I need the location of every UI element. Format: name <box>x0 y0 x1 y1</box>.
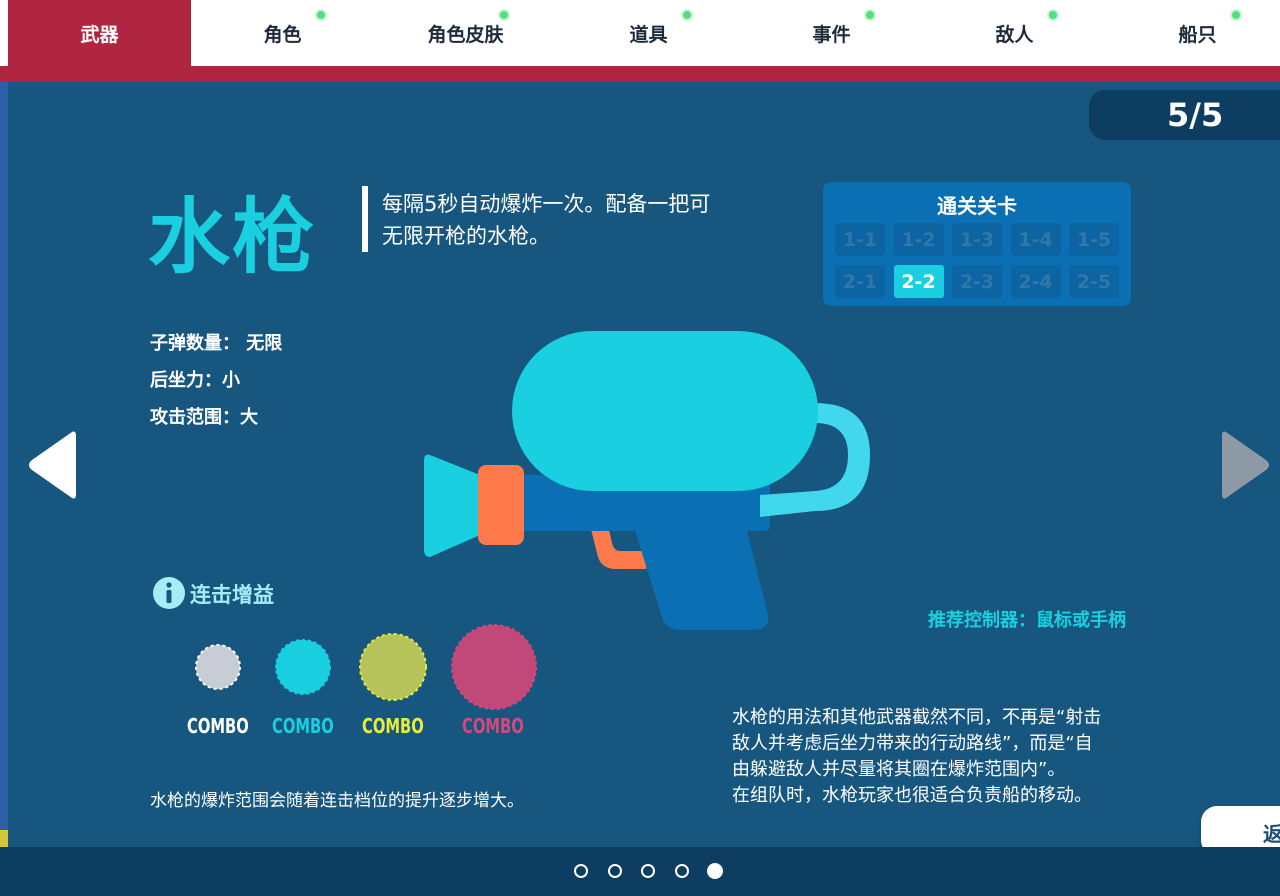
level-cell[interactable]: 1-4 <box>1010 223 1061 256</box>
tab-bar-underline <box>0 66 1280 82</box>
cleared-levels-title: 通关关卡 <box>937 194 1017 218</box>
long-description-line: 水枪的用法和其他武器截然不同，不再是“射击 <box>732 707 1102 728</box>
combo-level-circle <box>275 639 331 695</box>
level-cell[interactable]: 1-2 <box>893 223 944 256</box>
tab-2[interactable]: 角色 <box>191 0 374 66</box>
level-cell[interactable]: 1-1 <box>835 223 885 256</box>
long-description-line: 在组队时，水枪玩家也很适合负责船的移动。 <box>732 785 1092 806</box>
title-divider <box>362 186 368 252</box>
controller-recommendation: 推荐控制器：鼠标或手柄 <box>928 610 1126 631</box>
tab-label: 武器 <box>80 23 119 46</box>
combo-label: COMBO <box>272 714 334 738</box>
level-cell[interactable]: 2-5 <box>1069 265 1119 298</box>
tab-6[interactable]: 敌人 <box>923 0 1106 66</box>
water-gun-illustration <box>424 331 870 630</box>
tab-label: 道具 <box>629 23 668 46</box>
cleared-levels-panel: 通关关卡 1-1 1-2 1-3 1-4 1-5 2-1 2-2 2-3 2-4 2-5 <box>823 182 1131 306</box>
next-arrow-icon[interactable] <box>1222 428 1272 502</box>
tab-label: 角色皮肤 <box>427 23 504 46</box>
tab-label: 船只 <box>1178 23 1217 46</box>
stat-range: 攻击范围：大 <box>150 407 258 428</box>
stat-ammo: 子弹数量： 无限 <box>150 333 283 354</box>
level-cell[interactable]: 1-5 <box>1069 223 1119 256</box>
long-description-line: 由躲避敌人并尽量将其圈在爆炸范围内”。 <box>732 759 1066 780</box>
tab-4[interactable]: 道具 <box>557 0 740 66</box>
combo-label: COMBO <box>462 714 524 738</box>
pagination-dot[interactable] <box>707 863 723 879</box>
combo-label: COMBO <box>362 714 424 738</box>
previous-arrow-icon[interactable] <box>26 428 76 502</box>
bottom-bar <box>0 847 1280 896</box>
new-indicator-icon <box>498 9 510 21</box>
combo-title: 连击增益 <box>190 583 274 607</box>
combo-label: COMBO <box>187 714 249 738</box>
stat-recoil: 后坐力：小 <box>150 370 240 391</box>
left-edge-strip <box>0 0 8 896</box>
level-cell[interactable]: 2-4 <box>1010 265 1061 298</box>
new-indicator-icon <box>315 9 327 21</box>
weapon-title: 水枪 <box>148 190 317 285</box>
new-indicator-icon <box>681 9 693 21</box>
tab-label: 事件 <box>812 23 851 46</box>
page-counter: 5/5 <box>1089 90 1280 140</box>
new-indicator-icon <box>864 9 876 21</box>
new-indicator-icon <box>1230 9 1242 21</box>
pagination-dot[interactable] <box>641 864 655 878</box>
tab-label: 敌人 <box>995 23 1034 46</box>
combo-level-circle <box>451 624 537 710</box>
pagination-dot[interactable] <box>607 864 622 878</box>
combo-description: 水枪的爆炸范围会随着连击档位的提升逐步增大。 <box>150 791 524 811</box>
level-cell[interactable]: 2-2 <box>893 265 944 298</box>
level-cell[interactable]: 2-3 <box>952 265 1002 298</box>
level-cell[interactable]: 2-1 <box>835 265 885 298</box>
level-cell[interactable]: 1-3 <box>952 223 1002 256</box>
tab-label: 角色 <box>263 23 302 46</box>
return-label: 返 <box>1263 822 1280 846</box>
long-description-line: 敌人并考虑后坐力带来的行动路线”，而是“自 <box>732 733 1093 754</box>
pagination-dot[interactable] <box>674 864 689 878</box>
tab-7[interactable]: 船只 <box>1106 0 1280 66</box>
new-indicator-icon <box>1047 9 1059 21</box>
info-icon[interactable] <box>152 576 186 610</box>
combo-level-circle <box>195 644 241 690</box>
tab-1[interactable]: 武器 <box>8 0 191 66</box>
tab-5[interactable]: 事件 <box>740 0 923 66</box>
pagination-dot[interactable] <box>574 864 588 878</box>
tab-3[interactable]: 角色皮肤 <box>374 0 557 66</box>
weapon-description: 每隔5秒自动爆炸一次。配备一把可无限开枪的水枪。 <box>382 192 711 248</box>
combo-level-circle <box>359 633 427 701</box>
weapon-long-description: 水枪的用法和其他武器截然不同，不再是“射击 敌人并考虑后坐力带来的行动路线”，而… <box>732 705 1162 809</box>
